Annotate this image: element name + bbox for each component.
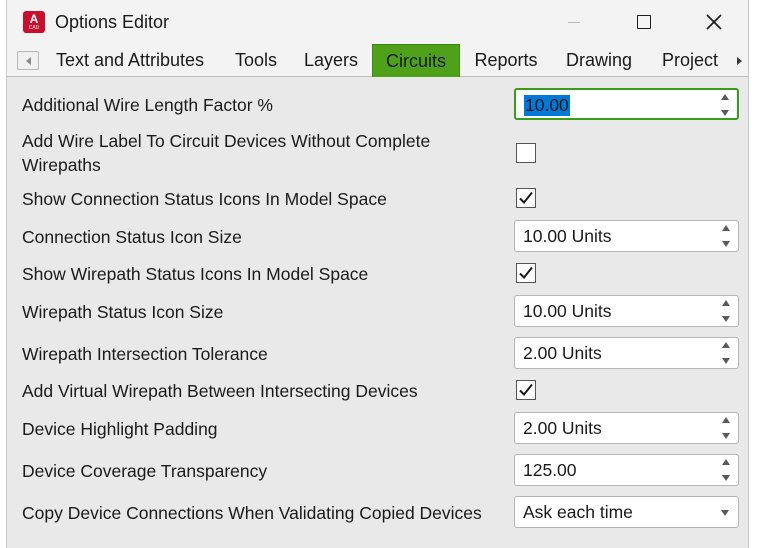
spin-up-icon[interactable] [722, 300, 730, 306]
chevron-left-icon [25, 56, 31, 65]
spin-up-icon[interactable] [722, 417, 730, 423]
close-icon [706, 14, 722, 30]
wirepath-status-icons-checkbox[interactable] [516, 263, 536, 283]
tab-tools[interactable]: Tools [225, 44, 287, 77]
option-label: Connection Status Icon Size [22, 227, 242, 247]
option-label: Device Highlight Padding [22, 419, 218, 439]
connection-status-icons-checkbox[interactable] [516, 188, 536, 208]
title-bar[interactable]: A CAD Options Editor [7, 0, 748, 44]
tab-strip: Text and Attributes Tools Layers Circuit… [7, 44, 748, 77]
window-title: Options Editor [55, 12, 170, 32]
option-label: Add Virtual Wirepath Between Intersectin… [22, 381, 418, 401]
tab-circuits[interactable]: Circuits [372, 44, 460, 77]
minimize-button[interactable] [551, 0, 597, 44]
spinner-value[interactable]: 10.00 Units [523, 301, 612, 322]
tab-text-and-attributes[interactable]: Text and Attributes [43, 44, 217, 77]
checkmark-icon [519, 266, 533, 279]
spinner-value[interactable]: 10.00 [524, 95, 570, 116]
spinner-arrows[interactable] [721, 342, 731, 364]
spin-up-icon[interactable] [721, 94, 729, 100]
spinner-arrows[interactable] [721, 300, 731, 322]
device-highlight-padding-spinner[interactable]: 2.00 Units [514, 412, 739, 444]
checkmark-icon [519, 191, 533, 204]
wirepath-status-icon-size-spinner[interactable]: 10.00 Units [514, 295, 739, 327]
tab-reports[interactable]: Reports [467, 44, 545, 77]
copy-device-connections-dropdown[interactable]: Ask each time [514, 496, 739, 528]
spinner-arrows[interactable] [721, 459, 731, 481]
spin-down-icon[interactable] [721, 110, 729, 116]
tab-scroll-right-button[interactable] [732, 51, 746, 70]
spinner-arrows[interactable] [720, 94, 730, 116]
spinner-value[interactable]: 125.00 [523, 460, 577, 481]
spin-down-icon[interactable] [722, 433, 730, 439]
spin-down-icon[interactable] [722, 241, 730, 247]
option-label: Add Wire Label To Circuit Devices Withou… [22, 131, 431, 175]
option-label: Additional Wire Length Factor % [22, 95, 273, 115]
virtual-wirepath-checkbox[interactable] [516, 380, 536, 400]
option-label: Show Wirepath Status Icons In Model Spac… [22, 264, 369, 284]
tab-layers[interactable]: Layers [295, 44, 367, 77]
device-coverage-transparency-spinner[interactable]: 125.00 [514, 454, 739, 486]
spinner-value[interactable]: 2.00 Units [523, 343, 602, 364]
checkmark-icon [519, 383, 533, 396]
chevron-right-icon [736, 56, 742, 65]
spin-down-icon[interactable] [722, 316, 730, 322]
app-icon-letter: A [29, 11, 39, 26]
option-label: Device Coverage Transparency [22, 461, 268, 481]
tab-project[interactable]: Project [652, 44, 728, 77]
spinner-value[interactable]: 2.00 Units [523, 418, 602, 439]
wire-length-factor-spinner[interactable]: 10.00 [514, 88, 739, 120]
connection-status-icon-size-spinner[interactable]: 10.00 Units [514, 220, 739, 252]
close-button[interactable] [691, 0, 737, 44]
minimize-icon [568, 21, 580, 23]
spin-up-icon[interactable] [722, 225, 730, 231]
spin-down-icon[interactable] [722, 358, 730, 364]
maximize-button[interactable] [621, 0, 667, 44]
tab-scroll-left-button[interactable] [17, 51, 39, 70]
spinner-arrows[interactable] [721, 225, 731, 247]
tab-drawing[interactable]: Drawing [556, 44, 642, 77]
option-label: Wirepath Status Icon Size [22, 302, 224, 322]
autocad-app-icon: A CAD [23, 11, 45, 33]
option-label: Wirepath Intersection Tolerance [22, 344, 268, 364]
maximize-icon [637, 15, 651, 29]
spin-down-icon[interactable] [722, 475, 730, 481]
spinner-value[interactable]: 10.00 Units [523, 226, 612, 247]
option-label: Show Connection Status Icons In Model Sp… [22, 189, 387, 209]
spinner-arrows[interactable] [721, 417, 731, 439]
chevron-down-icon[interactable] [721, 510, 729, 516]
wirepath-intersection-tolerance-spinner[interactable]: 2.00 Units [514, 337, 739, 369]
dropdown-value[interactable]: Ask each time [523, 502, 633, 523]
circuits-options-panel: Additional Wire Length Factor % 10.00 Ad… [7, 78, 748, 548]
options-editor-window: A CAD Options Editor Text and Attributes… [6, 0, 749, 548]
app-icon-sub: CAD [28, 24, 40, 31]
spin-up-icon[interactable] [722, 342, 730, 348]
wire-label-incomplete-checkbox[interactable] [516, 143, 536, 163]
spin-up-icon[interactable] [722, 459, 730, 465]
option-label: Copy Device Connections When Validating … [22, 503, 482, 523]
